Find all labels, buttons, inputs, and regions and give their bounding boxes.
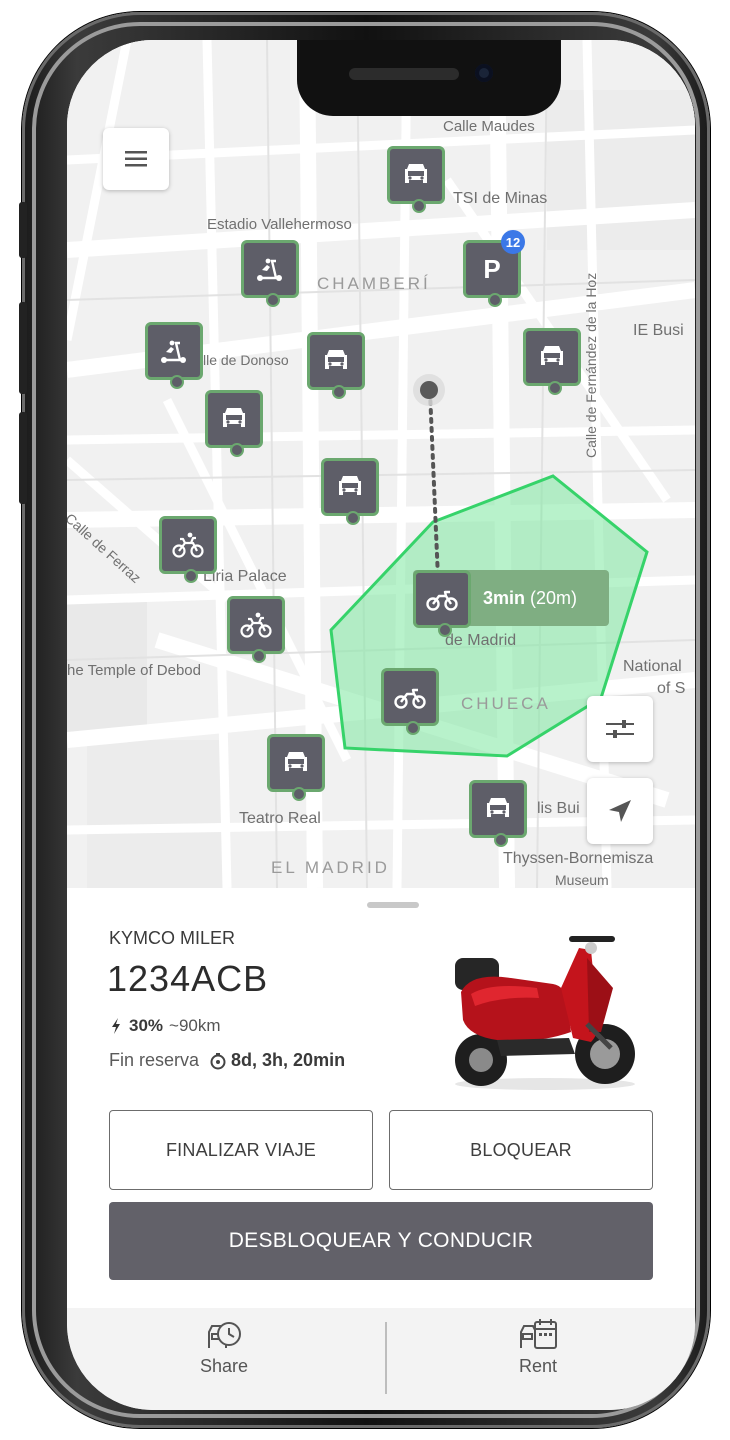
parking-icon: P	[483, 253, 501, 284]
map-label: Calle de Fernández de la Hoz	[583, 272, 599, 458]
finish-trip-button[interactable]: FINALIZAR VIAJE	[109, 1110, 373, 1190]
map-pin-moto[interactable]	[381, 668, 439, 735]
vehicle-image	[455, 936, 635, 1090]
sliders-icon	[606, 720, 634, 738]
map-label: IE Busi	[633, 322, 684, 339]
phone-screen: Calle Maudes TSI de Minas Estadio Valleh…	[67, 40, 695, 1410]
battery-info: 30% ~90km	[111, 1016, 221, 1036]
map-pin-scooter[interactable]	[241, 240, 299, 307]
phone-volume-down	[19, 412, 27, 504]
route-time: 3min	[483, 587, 526, 608]
map-label-district: EL MADRID	[271, 858, 390, 877]
map-label: Estadio Vallehermoso	[207, 216, 352, 233]
motorbike-icon	[425, 582, 459, 616]
filter-button[interactable]	[587, 696, 653, 762]
phone-volume-up	[19, 302, 27, 394]
scooter-icon	[253, 252, 287, 286]
map-pin-car[interactable]	[469, 780, 527, 847]
map-label: Thyssen-Bornemisza	[503, 850, 654, 867]
motorbike-icon	[393, 680, 427, 714]
reserve-time: 8d, 3h, 20min	[231, 1050, 346, 1070]
reserve-label: Fin reserva	[109, 1050, 200, 1070]
nav-rent-label: Rent	[518, 1356, 558, 1376]
battery-range: ~90km	[169, 1016, 221, 1035]
map-pin-car[interactable]	[205, 390, 263, 457]
map-label: lle de Donoso	[203, 352, 289, 368]
lightning-icon	[112, 1018, 120, 1034]
phone-notch	[297, 40, 561, 116]
map-label-district: CHUECA	[461, 694, 551, 713]
car-icon	[217, 402, 251, 436]
nav-share[interactable]: Share	[67, 1318, 381, 1398]
parking-count-badge: 12	[501, 230, 525, 254]
map-pin-scooter[interactable]	[145, 322, 203, 389]
map-label: TSI de Minas	[453, 190, 548, 207]
map-label: Teatro Real	[239, 810, 321, 827]
lock-button[interactable]: BLOQUEAR	[389, 1110, 653, 1190]
hamburger-icon	[125, 151, 147, 167]
nav-share-label: Share	[199, 1356, 249, 1376]
map-pin-car[interactable]	[307, 332, 365, 399]
map-pin-selected-moto[interactable]	[413, 570, 471, 637]
map-label-district: CHAMBERÍ	[317, 274, 431, 293]
car-calendar-icon	[520, 1319, 557, 1349]
navigation-arrow-icon	[609, 800, 631, 822]
map-pin-car[interactable]	[267, 734, 325, 801]
locate-me-button[interactable]	[587, 778, 653, 844]
map-label: lis Bui	[537, 800, 580, 817]
drag-handle[interactable]	[367, 902, 419, 908]
bicycle-icon	[239, 608, 273, 642]
scooter-icon	[157, 334, 191, 368]
map-pin-bike[interactable]	[227, 596, 285, 663]
unlock-and-drive-button[interactable]: DESBLOQUEAR Y CONDUCIR	[109, 1202, 653, 1280]
map-pin-car[interactable]	[321, 458, 379, 525]
vehicle-plate: 1234ACB	[107, 958, 269, 999]
battery-percent: 30%	[129, 1016, 164, 1035]
map-label: Museum	[555, 872, 609, 888]
car-icon	[333, 470, 367, 504]
map-label: Calle Maudes	[443, 118, 535, 135]
map-label: of S	[657, 680, 686, 697]
car-clock-icon	[208, 1322, 241, 1348]
car-icon	[535, 340, 569, 374]
map-pin-car[interactable]	[387, 146, 445, 213]
bottom-nav: Share Rent	[67, 1308, 695, 1410]
map-label: National	[623, 658, 682, 675]
car-icon	[399, 158, 433, 192]
timer-icon	[210, 1052, 226, 1069]
map-pin-car[interactable]	[523, 328, 581, 395]
map-pin-bike[interactable]	[159, 516, 217, 583]
menu-button[interactable]	[103, 128, 169, 190]
vehicle-card: KYMCO MILER 1234ACB 30% ~90km Fin reserv…	[67, 888, 695, 1308]
reserve-info: Fin reserva 8d, 3h, 20min	[109, 1050, 345, 1071]
route-distance: (20m)	[530, 587, 578, 608]
car-icon	[481, 792, 515, 826]
map-label: de Madrid	[445, 632, 517, 649]
car-icon	[319, 344, 353, 378]
map-label: he Temple of Debod	[67, 662, 201, 679]
vehicle-model: KYMCO MILER	[109, 928, 236, 948]
bicycle-icon	[171, 528, 205, 562]
phone-side-button	[19, 202, 27, 258]
nav-rent[interactable]: Rent	[381, 1318, 695, 1398]
map-view[interactable]: Calle Maudes TSI de Minas Estadio Valleh…	[67, 40, 695, 888]
car-icon	[279, 746, 313, 780]
